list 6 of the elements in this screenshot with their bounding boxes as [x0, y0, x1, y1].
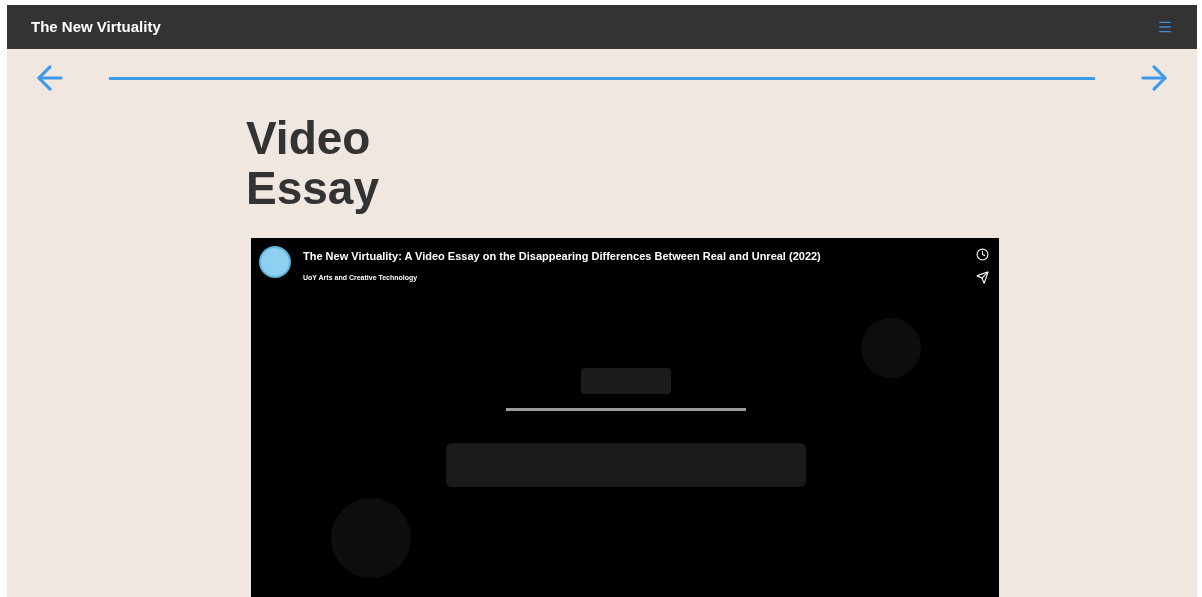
page-heading: Video Essay — [246, 113, 380, 213]
share-icon[interactable] — [976, 271, 989, 284]
watch-later-icon[interactable] — [976, 248, 989, 261]
video-title[interactable]: The New Virtuality: A Video Essay on the Disappearing Differences Between Real and Unreal (2022) — [303, 248, 964, 265]
menu-icon[interactable] — [1157, 19, 1173, 35]
site-title[interactable]: The New Virtuality — [31, 15, 161, 39]
